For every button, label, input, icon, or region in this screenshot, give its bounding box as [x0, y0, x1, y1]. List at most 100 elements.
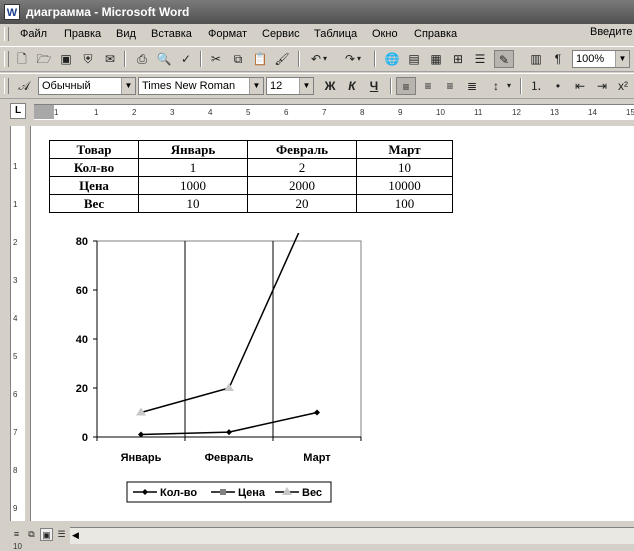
plot-area	[96, 240, 362, 438]
normal-view-icon[interactable]: ≡	[10, 528, 23, 541]
tab-selector[interactable]: L	[10, 103, 26, 119]
ruler-tick-label: 6	[13, 390, 18, 399]
word-app-icon[interactable]: W	[4, 4, 20, 20]
toolbar-grip[interactable]	[4, 78, 9, 94]
print-preview-icon[interactable]: 🔍	[154, 50, 174, 68]
ruler-tick-label: 3	[13, 276, 18, 285]
ruler-tick-label: 2	[13, 238, 18, 247]
y-tick-label: 60	[76, 285, 88, 297]
vertical-ruler[interactable]: 1 1 2 3 4 5 6 7 8 9 10	[10, 126, 25, 551]
paste-icon[interactable]: 📋	[250, 50, 270, 68]
ruler-tick-label: 7	[13, 428, 18, 437]
outline-view-icon[interactable]: ☰	[55, 528, 68, 541]
ruler-tick-label: 1	[54, 108, 59, 117]
menu-insert[interactable]: Вставка	[151, 28, 192, 40]
insert-excel-icon[interactable]: ⊞	[448, 50, 468, 68]
columns-icon[interactable]: ☰	[470, 50, 490, 68]
menu-edit[interactable]: Правка	[64, 28, 101, 40]
view-scroll-bar: ≡ ⧉ ▣ ☰ ◀	[0, 523, 634, 547]
styles-pane-icon[interactable]: 𝒜	[14, 77, 34, 95]
ruler-tick-label: 4	[13, 314, 18, 323]
x-tick-label: Январь	[121, 452, 162, 464]
ruler-tick-label: 5	[246, 108, 251, 117]
superscript-icon[interactable]: x²	[614, 77, 632, 95]
document-map-icon[interactable]: ▥	[526, 50, 546, 68]
scroll-left-icon[interactable]: ◀	[72, 530, 79, 541]
italic-button[interactable]: К	[342, 77, 362, 95]
ruler-tick-label: 1	[13, 200, 18, 209]
align-right-icon[interactable]: ≡	[440, 77, 460, 95]
y-tick-label: 80	[76, 236, 88, 248]
font-combo[interactable]: Times New Roman ▼	[138, 77, 264, 95]
undo-dropdown-icon[interactable]: ▾	[320, 50, 330, 68]
numbering-icon[interactable]: ⒈	[526, 77, 546, 95]
menu-file[interactable]: Файл	[20, 28, 47, 40]
menu-window[interactable]: Окно	[372, 28, 398, 40]
menu-help[interactable]: Справка	[414, 28, 457, 40]
redo-dropdown-icon[interactable]: ▾	[354, 50, 364, 68]
legend-marker[interactable]	[220, 489, 226, 495]
align-center-icon[interactable]: ≡	[418, 77, 438, 95]
font-size-value: 12	[270, 80, 283, 92]
line-spacing-icon[interactable]: ↕	[486, 77, 506, 95]
print-icon[interactable]: ⎙	[132, 50, 152, 68]
web-layout-icon[interactable]: ⧉	[25, 528, 38, 541]
drawing-icon[interactable]: ✎	[494, 50, 514, 68]
ruler-tick-label: 8	[360, 108, 365, 117]
chevron-down-icon[interactable]: ▼	[249, 78, 263, 94]
menu-grip[interactable]	[4, 27, 9, 41]
ruler-tick-label: 9	[398, 108, 403, 117]
font-value: Times New Roman	[142, 80, 236, 92]
ruler-tick-label: 11	[474, 108, 483, 117]
font-size-combo[interactable]: 12 ▼	[266, 77, 314, 95]
show-hide-button[interactable]: ¶	[548, 50, 568, 68]
save-icon[interactable]: ▣	[56, 50, 76, 68]
ruler-tick-label: 14	[588, 108, 597, 117]
copy-icon[interactable]: ⧉	[228, 50, 248, 68]
chevron-down-icon[interactable]: ▼	[299, 78, 313, 94]
bullets-icon[interactable]: •	[548, 77, 568, 95]
horizontal-scrollbar[interactable]: ◀	[70, 527, 634, 544]
chevron-down-icon[interactable]: ▼	[121, 78, 135, 94]
legend-label: Цена	[238, 487, 266, 499]
ruler-tick-label: 12	[512, 108, 521, 117]
line-spacing-dropdown-icon[interactable]: ▾	[504, 77, 514, 95]
document-page[interactable]: Товар Январь Февраль Март Кол-во 1 2 10 …	[30, 126, 634, 521]
ruler-tick-label: 3	[170, 108, 175, 117]
increase-indent-icon[interactable]: ⇥	[592, 77, 612, 95]
menu-view[interactable]: Вид	[116, 28, 136, 40]
style-value: Обычный	[42, 80, 91, 92]
permission-icon[interactable]: ⛨	[78, 50, 98, 68]
menu-format[interactable]: Формат	[208, 28, 247, 40]
ruler-tick-label: 15	[626, 108, 634, 117]
new-document-icon[interactable]: 🗋	[12, 50, 32, 68]
spelling-icon[interactable]: ✓	[176, 50, 196, 68]
toolbar-grip[interactable]	[4, 51, 9, 67]
email-icon[interactable]: ✉	[100, 50, 120, 68]
ruler-tick-label: 7	[322, 108, 327, 117]
chevron-down-icon[interactable]: ▼	[615, 51, 629, 67]
underline-button[interactable]: Ч	[364, 77, 384, 95]
window-title: диаграмма - Microsoft Word	[26, 5, 190, 19]
align-left-icon[interactable]: ≡	[396, 77, 416, 95]
tables-borders-icon[interactable]: ▤	[404, 50, 424, 68]
hyperlink-icon[interactable]: 🌐	[382, 50, 402, 68]
decrease-indent-icon[interactable]: ⇤	[570, 77, 590, 95]
line-chart[interactable]: 0 20 40 60 80 Январь Февраль Март Кол-во Цена Вес	[31, 126, 634, 521]
menu-table[interactable]: Таблица	[314, 28, 357, 40]
justify-icon[interactable]: ≣	[462, 77, 482, 95]
toolbar-separator	[374, 51, 376, 67]
menu-tools[interactable]: Сервис	[262, 28, 300, 40]
open-folder-icon[interactable]: 🗁	[34, 50, 54, 68]
cut-icon[interactable]: ✂	[206, 50, 226, 68]
help-question-input[interactable]: Введите	[590, 26, 634, 42]
bold-button[interactable]: Ж	[320, 77, 340, 95]
format-painter-icon[interactable]: 🖌	[272, 50, 292, 68]
horizontal-ruler[interactable]: 1 1 2 3 4 5 6 7 8 9 10 11 12 13 14 15	[34, 104, 634, 120]
ruler-tick-label: 1	[94, 108, 99, 117]
zoom-combo[interactable]: 100% ▼	[572, 50, 630, 68]
style-combo[interactable]: Обычный ▼	[38, 77, 136, 95]
zoom-value: 100%	[576, 53, 605, 65]
print-layout-icon[interactable]: ▣	[40, 528, 53, 541]
insert-table-icon[interactable]: ▦	[426, 50, 446, 68]
